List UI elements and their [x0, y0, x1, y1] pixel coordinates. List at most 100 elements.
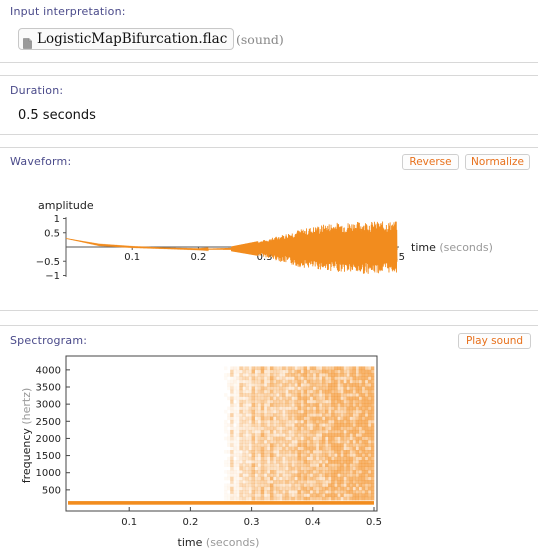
reverse-button[interactable]: Reverse — [402, 154, 459, 170]
spectrogram-cell — [233, 416, 237, 421]
spectrogram-cell — [294, 413, 298, 417]
spectrogram-cell — [364, 393, 369, 397]
spectrogram-cell — [245, 393, 249, 397]
spectrogram-cell — [364, 486, 369, 491]
spectrogram-cell — [260, 453, 265, 457]
spectrogram-cell — [245, 496, 249, 501]
spectrogram-cell — [254, 433, 259, 437]
spectrogram-cell — [263, 403, 268, 407]
spectrogram-cell — [269, 439, 274, 444]
spectrogram-cell — [312, 460, 317, 464]
spectrogram-cell — [263, 433, 268, 437]
spectrogram-cell — [266, 429, 271, 434]
spectrogram-cell — [269, 460, 274, 464]
spectrogram-cell — [325, 419, 329, 424]
spectrogram-cell — [309, 403, 314, 407]
spectrogram-cell — [297, 460, 301, 464]
sound-file-chip[interactable]: LogisticMapBifurcation.flac — [18, 28, 235, 50]
spectrogram-cell — [230, 453, 234, 457]
spectrogram-cell — [260, 383, 265, 387]
spectrogram-cell — [273, 470, 277, 474]
spectrogram-cell — [328, 460, 332, 464]
spectrogram-cell — [260, 450, 265, 454]
spectrogram-cell — [349, 409, 353, 414]
spectrogram-cell — [269, 379, 274, 384]
spectrogram-cell — [236, 379, 240, 384]
spectrogram-cell — [248, 409, 252, 414]
spectrogram-cell — [269, 483, 274, 488]
spectrogram-cell — [251, 376, 255, 381]
spectrogram-cell — [306, 366, 311, 371]
spectrogram-cell — [227, 396, 231, 401]
spectrogram-cell — [325, 456, 329, 461]
play-sound-button[interactable]: Play sound — [458, 333, 531, 349]
spectrogram-cell — [364, 386, 369, 391]
spectrogram-cell — [300, 470, 304, 474]
spectrogram-cell — [303, 366, 307, 371]
spectrogram-cell — [297, 486, 301, 491]
spectrogram-cell — [279, 496, 283, 501]
spectrogram-cell — [318, 399, 323, 404]
spectrogram-cell — [263, 409, 268, 414]
spectrogram-cell — [227, 463, 231, 468]
spectrogram-cell — [288, 376, 292, 381]
spectrogram-cell — [331, 413, 335, 417]
spectrogram-cell — [343, 369, 347, 374]
spectrogram-cell — [340, 493, 344, 498]
spectrogram-cell — [315, 433, 320, 437]
spectrogram-cell — [257, 403, 262, 407]
spectrogram-cell — [325, 476, 329, 481]
spectrogram-cell — [248, 426, 252, 431]
spectrogram-cell — [309, 409, 314, 414]
spectrogram-cell — [312, 423, 317, 427]
spectrogram-cell — [349, 473, 353, 478]
spectrogram-cell — [343, 496, 347, 501]
spectrogram-cell — [346, 419, 350, 424]
spectrogram-cell — [303, 416, 307, 421]
spectrogram-cell — [239, 379, 243, 384]
spectrogram-cell — [318, 493, 323, 498]
spectrogram-cell — [248, 429, 252, 434]
spectrogram-cell — [300, 486, 304, 491]
spectrogram-cell — [260, 466, 265, 471]
spectrogram-cell — [251, 409, 255, 414]
spectrogram-cell — [230, 366, 234, 371]
spectrogram-cell — [227, 439, 231, 444]
spectrogram-cell — [260, 423, 265, 427]
spectrogram-cell — [291, 436, 295, 441]
spectrogram-cell — [361, 473, 366, 478]
spectrogram-cell — [328, 450, 332, 454]
spectrogram-cell — [233, 463, 237, 468]
spectrogram-cell — [251, 490, 255, 494]
spectrogram-cell — [355, 383, 359, 387]
spectrogram-cell — [303, 409, 307, 414]
spectrogram-cell — [337, 439, 341, 444]
spectrogram-cell — [306, 439, 311, 444]
normalize-button[interactable]: Normalize — [465, 154, 530, 170]
spectrogram-cell — [361, 490, 366, 494]
spectrogram-cell — [285, 473, 289, 478]
spectrogram-cell — [321, 456, 326, 461]
spectrogram-cell — [306, 403, 311, 407]
spectrogram-cell — [288, 439, 292, 444]
spectrogram-cell — [331, 396, 335, 401]
spectrogram-cell — [254, 429, 259, 434]
spectrogram-cell — [263, 483, 268, 488]
spectrogram-cell — [300, 426, 304, 431]
spectrogram-cell — [306, 426, 311, 431]
spectrogram-cell — [266, 399, 271, 404]
spectrogram-cell — [303, 426, 307, 431]
spectrogram-cell — [364, 450, 369, 454]
spectrogram-cell — [230, 476, 234, 481]
spectrogram-cell — [367, 386, 372, 391]
spectrogram-cell — [334, 443, 338, 447]
spectrogram-cell — [312, 426, 317, 431]
spectrogram-cell — [248, 439, 252, 444]
spectrogram-cell — [321, 386, 326, 391]
spectrogram-cell — [346, 393, 350, 397]
spectrogram-cell — [294, 460, 298, 464]
spectrogram-cell — [236, 366, 240, 371]
spectrogram-cell — [254, 453, 259, 457]
spectrogram-cell — [269, 389, 274, 394]
spectrogram-cell — [318, 396, 323, 401]
